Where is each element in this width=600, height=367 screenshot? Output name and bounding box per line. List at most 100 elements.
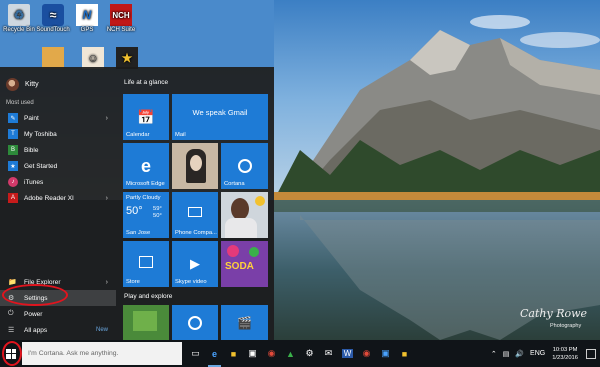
candy-icon — [227, 245, 239, 257]
mail-taskbar-icon[interactable]: ✉ — [319, 340, 338, 367]
settings-button[interactable]: ⚙ Settings — [0, 290, 116, 306]
network-icon[interactable]: ▤ — [500, 350, 513, 358]
user-name: Kitty — [25, 80, 39, 88]
system-tray: ⌃ ▤ 🔊 ENG 10:03 PM 1/23/2016 — [488, 340, 600, 367]
tile-weather[interactable]: Partly Cloudy 50° 59° 50° San Jose — [123, 192, 169, 238]
tile-movies-tv[interactable]: 🎬 — [221, 305, 268, 340]
tile-store[interactable]: Store — [123, 241, 169, 287]
toshiba-icon: T — [8, 129, 18, 139]
desktop-icon-gps[interactable]: N GPS — [70, 4, 104, 34]
start-menu-left-pane: Kitty Most used ✎ Paint › T My Toshiba B… — [0, 67, 116, 340]
chevron-right-icon[interactable]: › — [106, 279, 108, 286]
candy-soda-logo: SODA — [225, 261, 254, 272]
groove-icon — [172, 305, 218, 340]
tile-phone-companion[interactable]: Phone Compa... — [172, 192, 218, 238]
start-highlight-circle — [2, 341, 22, 366]
tile-calendar[interactable]: 📅 Calendar — [123, 94, 169, 140]
get-started-icon: ★ — [8, 161, 18, 171]
volume-icon[interactable]: 🔊 — [512, 350, 527, 358]
folder-taskbar-icon[interactable]: ■ — [395, 340, 414, 367]
user-account[interactable]: Kitty — [6, 75, 39, 93]
start-menu-tiles: Life at a glance 📅 Calendar We speak Gma… — [118, 67, 274, 340]
folder-icon — [42, 47, 64, 69]
weather-low: 50° — [153, 213, 162, 219]
app-adobe-reader[interactable]: A Adobe Reader XI › — [0, 190, 116, 206]
desktop-icon-recycle-bin[interactable]: ♻ Recycle Bin — [2, 4, 36, 34]
chrome-icon-2[interactable]: ◉ — [357, 340, 376, 367]
paint-icon: ✎ — [8, 113, 18, 123]
clock[interactable]: 10:03 PM 1/23/2016 — [548, 346, 582, 362]
adobe-reader-icon: A — [8, 193, 18, 203]
file-explorer-button[interactable]: 📁 File Explorer › — [0, 274, 116, 290]
photographer-signature: Cathy Rowe — [520, 307, 588, 320]
clock-date: 1/23/2016 — [552, 354, 578, 361]
most-used-heading: Most used — [6, 100, 34, 106]
chevron-right-icon[interactable]: › — [106, 115, 108, 122]
soundtouch-icon: ≈ — [42, 4, 64, 26]
tile-groove-music[interactable] — [172, 305, 218, 340]
tile-mail[interactable]: We speak Gmail Mail — [172, 94, 268, 140]
star-icon: ★ — [116, 47, 138, 69]
power-icon: ⏻ — [8, 310, 14, 317]
edge-taskbar-icon[interactable]: e — [205, 340, 224, 367]
desktop-icon-nch[interactable]: NCH NCH Suite — [104, 4, 138, 34]
app-bible[interactable]: B Bible — [0, 142, 116, 158]
tile-microsoft-edge[interactable]: e Microsoft Edge — [123, 143, 169, 189]
gear-icon: ⚙ — [8, 295, 15, 302]
recycle-bin-icon: ♻ — [8, 4, 30, 26]
cortana-search-box[interactable]: I'm Cortana. Ask me anything. — [22, 342, 182, 365]
person-body — [225, 218, 257, 238]
chevron-right-icon[interactable]: › — [106, 195, 108, 202]
task-view-icon[interactable]: ▭ — [186, 340, 205, 367]
gear-taskbar-icon[interactable]: ⚙ — [300, 340, 319, 367]
tile-photos[interactable] — [172, 143, 218, 189]
tile-skype-video[interactable]: ▶ Skype video — [172, 241, 218, 287]
gps-icon: N — [76, 4, 98, 26]
most-used-list: ✎ Paint › T My Toshiba B Bible ★ Get Sta… — [0, 110, 116, 206]
photos-taskbar-icon[interactable]: ▣ — [376, 340, 395, 367]
avatar — [6, 77, 19, 91]
itunes-icon: ♪ — [8, 177, 18, 187]
app-get-started[interactable]: ★ Get Started — [0, 158, 116, 174]
power-button[interactable]: ⏻ Power — [0, 306, 116, 322]
tile-people-photo[interactable] — [221, 192, 268, 238]
group-play-and-explore: Play and explore — [124, 293, 173, 300]
weather-condition: Partly Cloudy — [126, 195, 161, 201]
bible-icon: B — [8, 145, 18, 155]
start-menu-bottom-list: 📁 File Explorer › ⚙ Settings ⏻ Power ☰ A… — [0, 274, 116, 338]
tile-minecraft[interactable] — [123, 305, 169, 340]
list-icon: ☰ — [8, 327, 15, 334]
drive-icon[interactable]: ▲ — [281, 340, 300, 367]
taskbar: I'm Cortana. Ask me anything. ▭ e ■ ▣ ◉ … — [0, 340, 600, 367]
photo-face — [190, 155, 202, 171]
nch-icon: NCH — [110, 4, 132, 26]
notification-icon[interactable] — [586, 348, 596, 359]
language-indicator[interactable]: ENG — [527, 350, 548, 357]
laugh-icon — [255, 196, 265, 206]
clapperboard-icon: 🎬 — [237, 315, 252, 330]
app-my-toshiba[interactable]: T My Toshiba — [0, 126, 116, 142]
weather-temp: 50° — [126, 205, 143, 217]
app-paint[interactable]: ✎ Paint › — [0, 110, 116, 126]
tile-cortana[interactable]: Cortana — [221, 143, 268, 189]
app-itunes[interactable]: ♪ iTunes — [0, 174, 116, 190]
mail-headline: We speak Gmail — [192, 108, 248, 117]
person-head — [231, 198, 249, 220]
minecraft-icon — [133, 311, 157, 331]
photography-caption: Photography — [550, 323, 582, 329]
tile-candy-crush[interactable]: SODA — [221, 241, 268, 287]
new-badge: New — [95, 327, 108, 333]
folder-icon: 📁 — [8, 279, 17, 286]
clock-time: 10:03 PM — [552, 346, 578, 353]
word-icon[interactable]: W — [338, 340, 357, 367]
chevron-up-icon[interactable]: ⌃ — [488, 350, 500, 358]
all-apps-button[interactable]: ☰ All apps New — [0, 322, 116, 338]
store-taskbar-icon[interactable]: ▣ — [243, 340, 262, 367]
chrome-icon[interactable]: ◉ — [262, 340, 281, 367]
group-life-at-a-glance: Life at a glance — [124, 79, 169, 86]
cortana-search-input[interactable]: I'm Cortana. Ask me anything. — [28, 350, 118, 357]
taskbar-pinned-apps: ▭ e ■ ▣ ◉ ▲ ⚙ ✉ W ◉ ▣ ■ — [186, 340, 414, 367]
desktop-icon-soundtouch[interactable]: ≈ SoundTouch — [36, 4, 70, 34]
file-explorer-taskbar-icon[interactable]: ■ — [224, 340, 243, 367]
character-icon: ☺ — [82, 47, 104, 69]
